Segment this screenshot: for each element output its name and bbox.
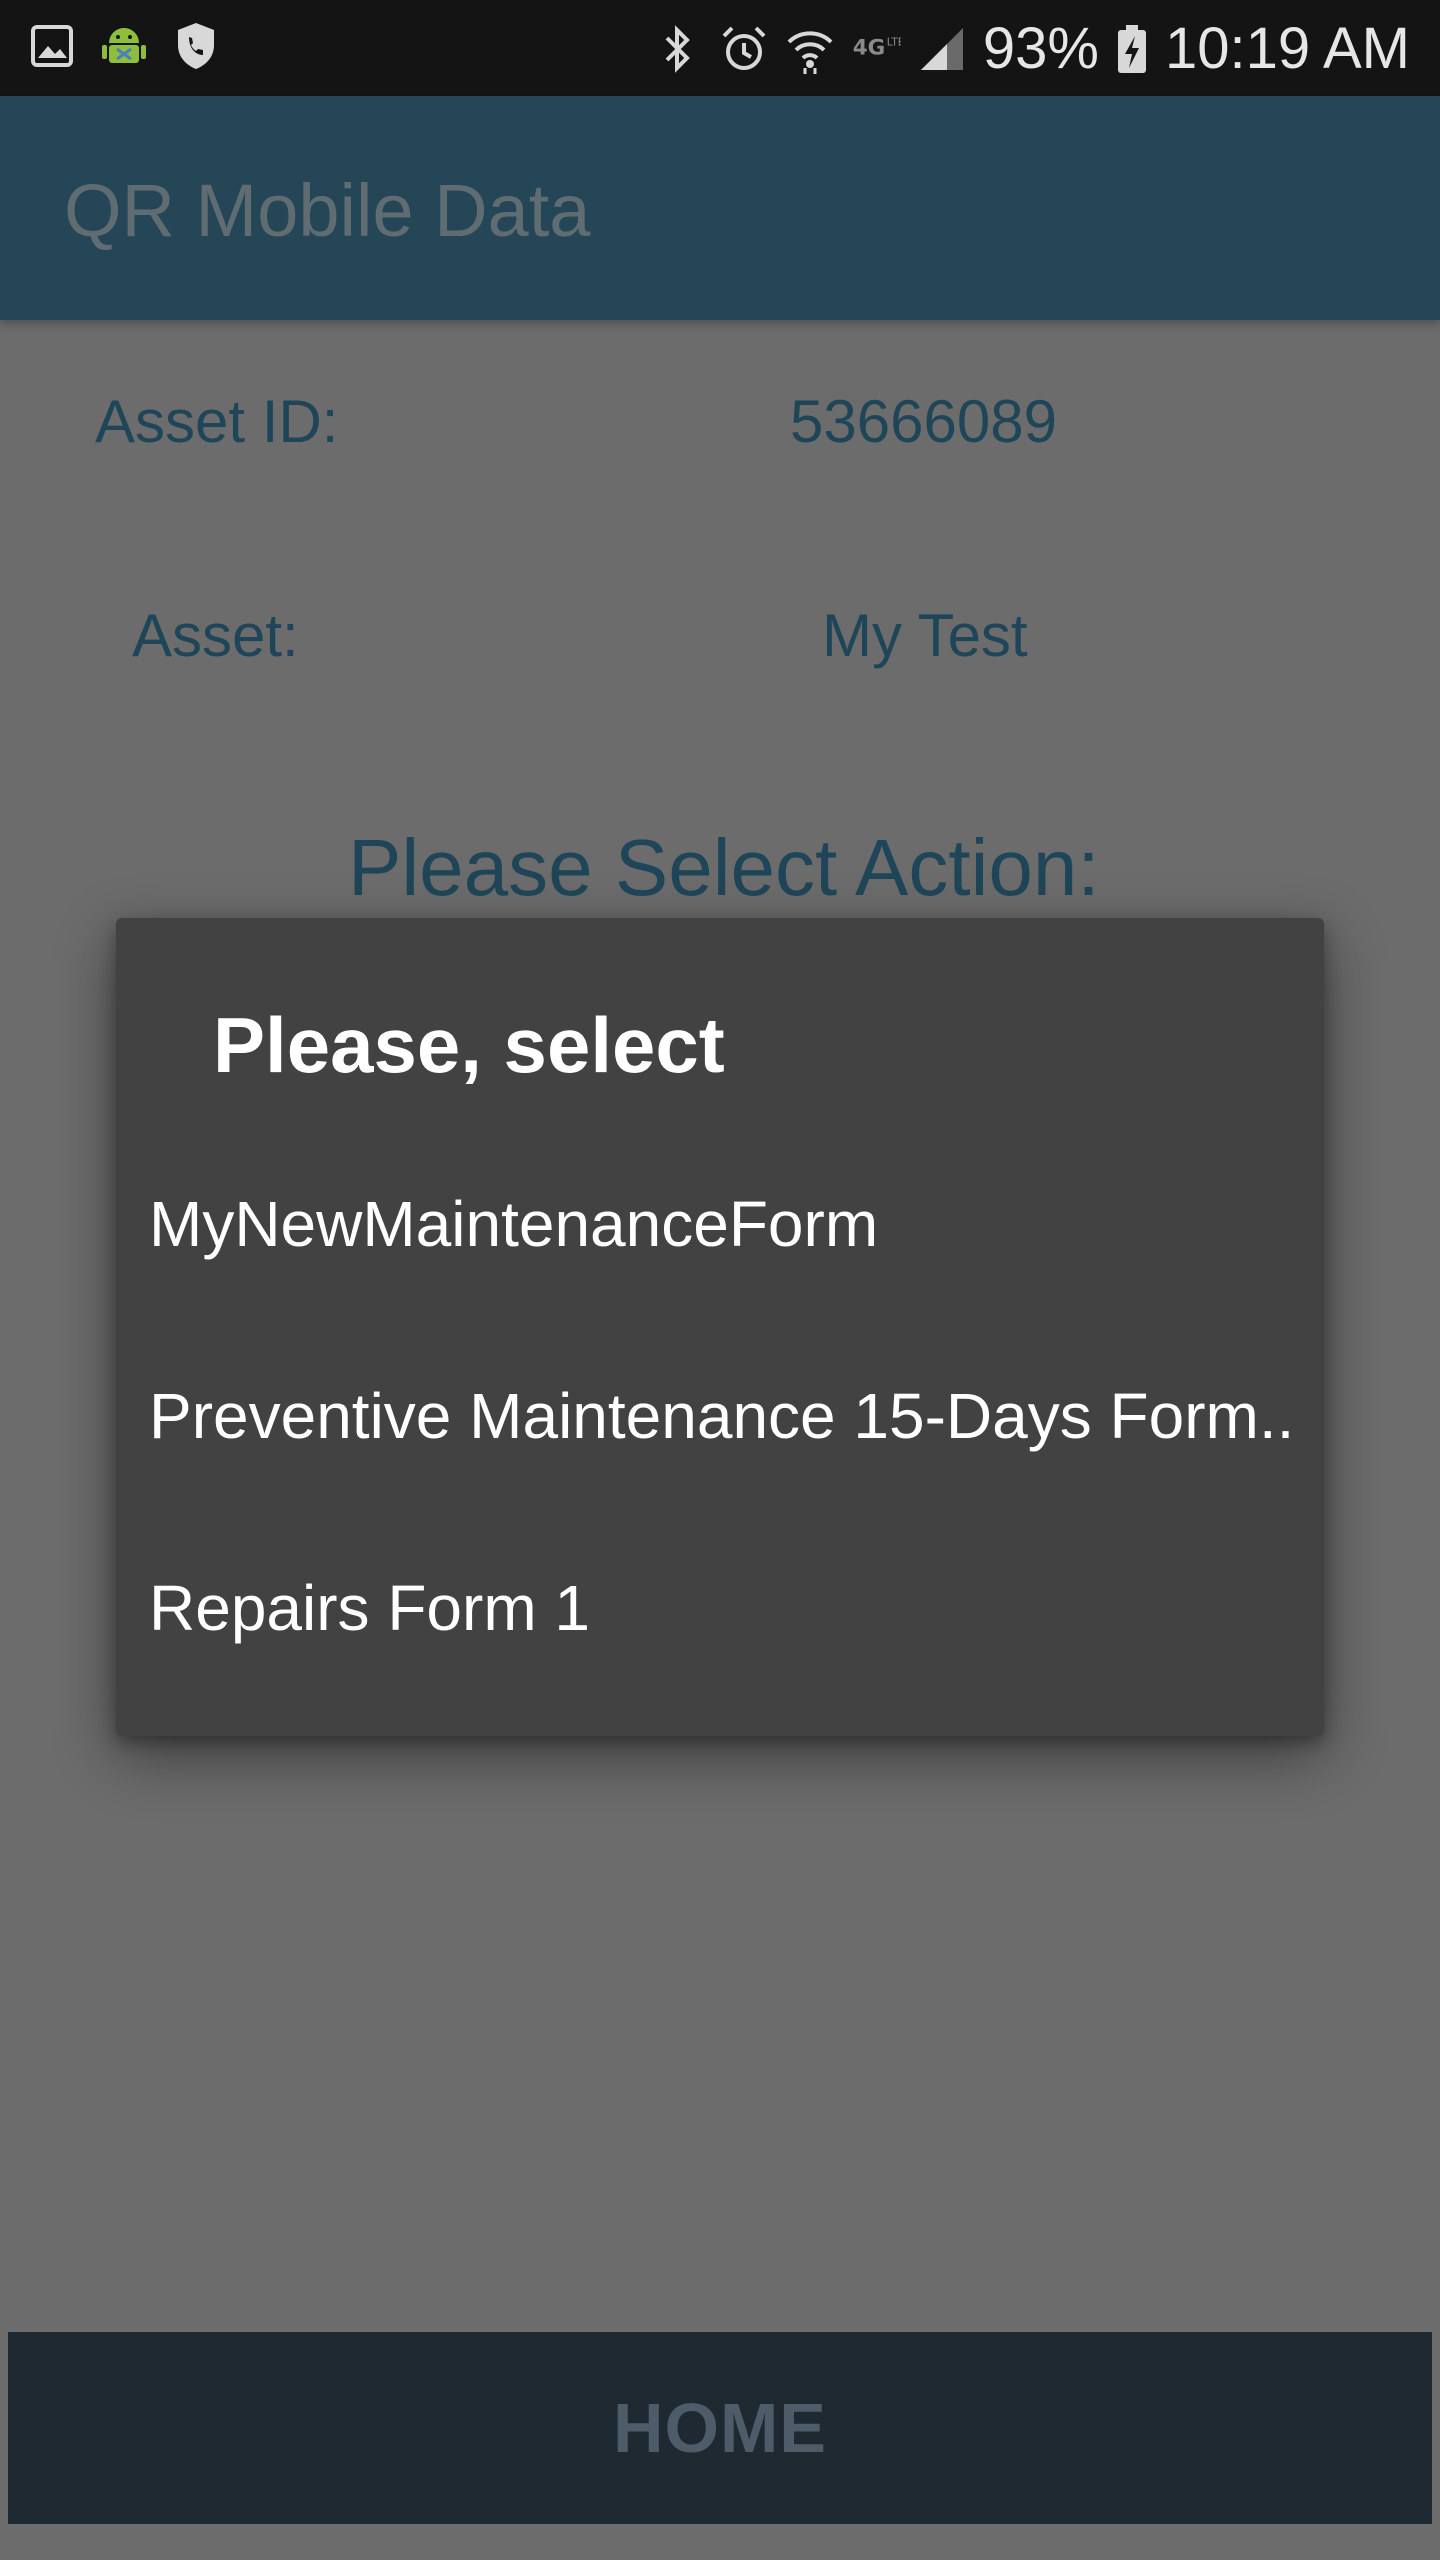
status-bar: 4G LTE 93% 10:19 AM (0, 0, 1440, 96)
dialog-option-label: MyNewMaintenanceForm (149, 1188, 879, 1260)
dialog-title: Please, select (213, 1001, 725, 1089)
android-debug-icon (98, 20, 150, 72)
signal-icon (917, 21, 967, 77)
home-button-label: HOME (613, 2389, 827, 2467)
svg-text:LTE: LTE (887, 35, 901, 48)
asset-id-label: Asset ID: (95, 388, 339, 455)
asset-label: Asset: (132, 602, 299, 669)
dialog-option-label: Repairs Form 1 (149, 1572, 590, 1644)
shield-phone-icon (170, 20, 222, 72)
asset-value: My Test (822, 602, 1028, 669)
status-left-icons (26, 20, 222, 72)
dialog-option-mynewmaintenanceform[interactable]: MyNewMaintenanceForm (116, 1128, 1324, 1320)
wifi-icon (785, 21, 835, 77)
home-button[interactable]: HOME (8, 2332, 1432, 2524)
app-title: QR Mobile Data (64, 169, 591, 252)
alarm-icon (719, 21, 769, 77)
app-bar: QR Mobile Data (0, 96, 1440, 320)
battery-percent: 93% (982, 16, 1099, 81)
asset-id-value: 53666089 (790, 388, 1057, 455)
bluetooth-icon (653, 21, 703, 77)
gallery-icon (26, 20, 78, 72)
battery-charging-icon (1115, 21, 1149, 77)
svg-text:4G: 4G (853, 35, 885, 60)
dialog-option-preventive-maintenance[interactable]: Preventive Maintenance 15-Days Form.. (116, 1320, 1324, 1512)
action-heading: Please Select Action: (348, 823, 1100, 912)
status-time: 10:19 AM (1164, 16, 1410, 81)
network-4g-icon: 4G LTE (851, 21, 901, 77)
status-right-icons: 4G LTE 93% 10:19 AM (653, 14, 1410, 84)
select-dialog: Please, select MyNewMaintenanceForm Prev… (116, 918, 1324, 1736)
dialog-option-label: Preventive Maintenance 15-Days Form.. (149, 1380, 1295, 1452)
dialog-option-repairs-form[interactable]: Repairs Form 1 (116, 1512, 1324, 1704)
